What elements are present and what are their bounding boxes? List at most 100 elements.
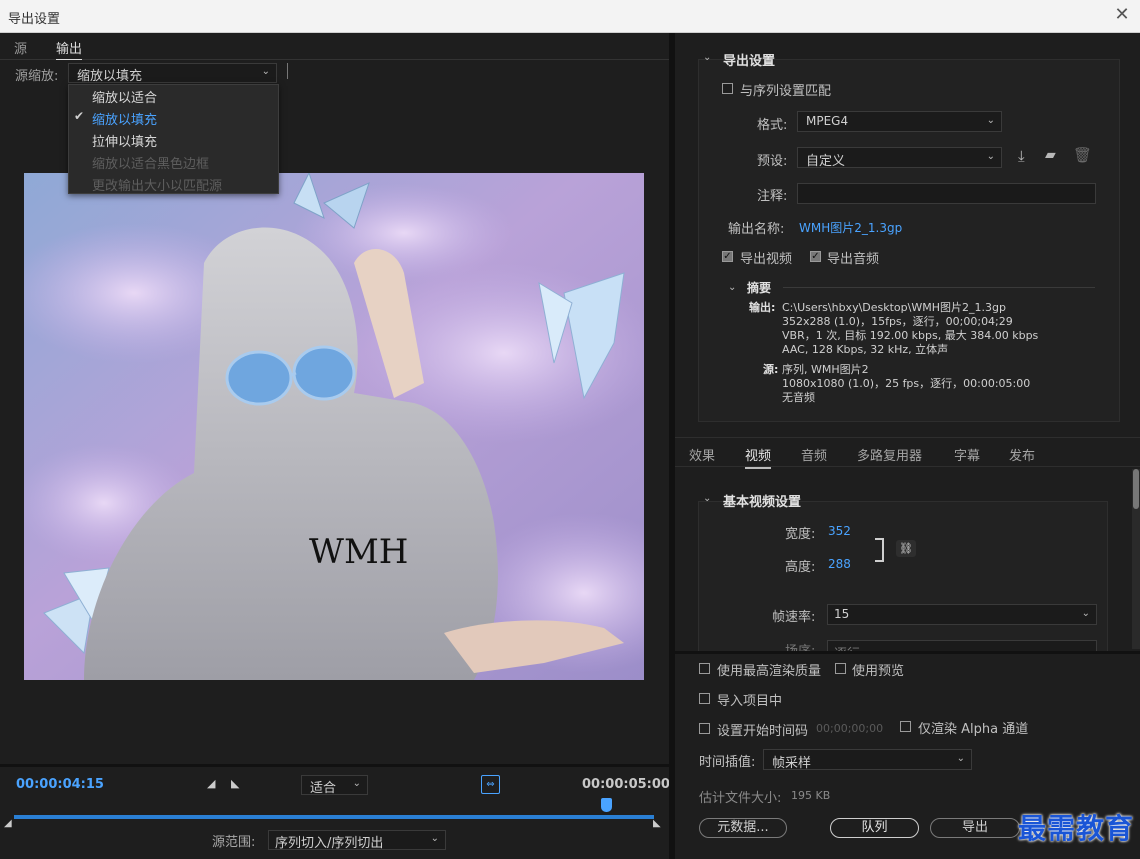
fps-value: 15 — [834, 607, 850, 621]
chevron-down-icon: ⌄ — [956, 753, 965, 764]
queue-button[interactable]: 队列 — [830, 818, 919, 838]
source-scale-label: 源缩放: — [15, 69, 59, 84]
summary-source-lines: 序列, WMH图片2 1080x1080 (1.0)，25 fps，逐行，00:… — [782, 363, 1030, 405]
export-video-checkbox[interactable]: ✓ — [722, 251, 733, 262]
divider — [287, 63, 288, 79]
preset-dropdown[interactable]: 自定义 ⌄ — [797, 147, 1002, 169]
field-order-label: 场序: — [785, 640, 815, 651]
field-order-row: 场序: 逐行 — [675, 640, 1140, 651]
divider — [675, 466, 1140, 467]
export-button[interactable]: 导出 — [930, 818, 1020, 838]
use-previews-label: 使用预览 — [852, 664, 905, 679]
window-title: 导出设置 — [8, 12, 61, 27]
current-timecode[interactable]: 00:00:04:15 — [16, 777, 104, 792]
chevron-down-icon: ⌄ — [430, 833, 439, 844]
timeline-range-bar[interactable] — [14, 815, 654, 819]
max-render-quality-checkbox[interactable] — [699, 663, 710, 674]
link-icon[interactable]: ⛓ — [896, 540, 916, 557]
comment-input[interactable] — [797, 183, 1096, 204]
fps-dropdown[interactable]: 15 ⌄ — [827, 604, 1097, 625]
export-audio-checkbox[interactable]: ✓ — [810, 251, 821, 262]
chevron-down-icon[interactable]: ⌄ — [728, 282, 736, 293]
crop-toggle-icon[interactable]: ⇔ — [481, 775, 500, 794]
tab-captions[interactable]: 字幕 — [954, 445, 980, 464]
output-name-link[interactable]: WMH图片2_1.3gp — [799, 219, 902, 236]
format-value: MPEG4 — [806, 114, 849, 128]
use-previews-checkbox[interactable] — [835, 663, 846, 674]
source-scale-dropdown[interactable]: 缩放以填充 ⌄ — [68, 63, 277, 84]
time-interpolation-dropdown[interactable]: 帧采样 ⌄ — [763, 749, 972, 771]
svg-text:WMH: WMH — [309, 532, 408, 572]
scrollbar[interactable] — [1132, 469, 1140, 649]
match-sequence-checkbox[interactable] — [722, 83, 733, 94]
left-tab-bar: 源 输出 — [0, 33, 669, 60]
summary-source-line: 序列, WMH图片2 — [782, 363, 869, 376]
divider — [0, 764, 669, 767]
scrollbar-thumb[interactable] — [1133, 469, 1139, 509]
title-bar: 导出设置 ✕ — [0, 0, 1140, 33]
tab-audio[interactable]: 音频 — [801, 445, 827, 464]
import-into-project-checkbox[interactable] — [699, 693, 710, 704]
divider — [783, 287, 1095, 288]
alpha-only-label: 仅渲染 Alpha 通道 — [918, 722, 1029, 737]
save-preset-icon[interactable]: ⤓ — [1018, 147, 1025, 165]
source-range-label: 源范围: — [212, 835, 256, 850]
height-label: 高度: — [785, 560, 816, 575]
chevron-down-icon: ⌄ — [1081, 608, 1090, 619]
metadata-button[interactable]: 元数据... — [699, 818, 787, 838]
end-timecode: 00:00:05:00 — [582, 777, 670, 792]
chevron-down-icon: ⌄ — [352, 778, 361, 789]
match-sequence-label: 与序列设置匹配 — [740, 84, 832, 99]
fps-label: 帧速率: — [772, 610, 816, 625]
tab-output[interactable]: 输出 — [56, 38, 83, 60]
summary-output-line: VBR，1 次, 目标 192.00 kbps, 最大 384.00 kbps — [782, 329, 1039, 342]
tab-source[interactable]: 源 — [14, 38, 27, 57]
summary-output-label: 输出: — [749, 301, 776, 314]
summary-output-line: 352x288 (1.0)，15fps，逐行，00;00;04;29 — [782, 315, 1013, 328]
chevron-down-icon: ⌄ — [986, 151, 995, 162]
in-point-handle-icon[interactable]: ◢ — [4, 818, 12, 829]
summary-output-line: C:\Users\hbxy\Desktop\WMH图片2_1.3gp — [782, 301, 1006, 314]
export-settings-header: 导出设置 — [723, 54, 776, 69]
chevron-down-icon[interactable]: ⌄ — [703, 493, 711, 504]
source-scale-menu: 缩放以适合 ✔ 缩放以填充 拉伸以填充 缩放以适合黑色边框 更改输出大小以匹配源 — [68, 84, 279, 194]
source-range-value: 序列切入/序列切出 — [275, 836, 384, 851]
set-start-timecode-label: 设置开始时间码 — [717, 724, 809, 739]
format-dropdown[interactable]: MPEG4 ⌄ — [797, 111, 1002, 132]
import-preset-icon[interactable]: ▰ — [1045, 147, 1056, 163]
output-name-label: 输出名称: — [728, 222, 785, 237]
chevron-down-icon[interactable]: ⌄ — [703, 52, 711, 63]
tab-effects[interactable]: 效果 — [689, 445, 715, 464]
out-point-handle-icon[interactable]: ◣ — [653, 818, 661, 829]
field-order-dropdown[interactable]: 逐行 — [827, 640, 1097, 651]
close-icon[interactable]: ✕ — [1112, 5, 1132, 25]
link-bracket — [875, 538, 884, 562]
tab-multiplexer[interactable]: 多路复用器 — [857, 445, 922, 464]
checkmark-icon: ✔ — [74, 109, 85, 123]
playhead[interactable] — [601, 798, 612, 812]
width-value[interactable]: 352 — [828, 524, 851, 538]
set-start-timecode-checkbox[interactable] — [699, 723, 710, 734]
start-timecode-value[interactable]: 00;00;00;00 — [816, 722, 883, 735]
menu-item-scale-to-fit[interactable]: 缩放以适合 — [92, 87, 157, 106]
alpha-only-checkbox[interactable] — [900, 721, 911, 732]
comment-label: 注释: — [757, 189, 788, 204]
menu-item-stretch-to-fill[interactable]: 拉伸以填充 — [92, 131, 157, 150]
height-value[interactable]: 288 — [828, 557, 851, 571]
max-render-quality-label: 使用最高渲染质量 — [717, 664, 822, 679]
summary-header: 摘要 — [747, 281, 772, 295]
mark-out-icon[interactable]: ◣ — [231, 777, 239, 790]
source-range-dropdown[interactable]: 序列切入/序列切出 ⌄ — [268, 830, 446, 851]
menu-item-change-output-size: 更改输出大小以匹配源 — [92, 179, 223, 194]
menu-item-scale-black-borders: 缩放以适合黑色边框 — [92, 157, 210, 172]
menu-item-scale-to-fill[interactable]: 缩放以填充 — [92, 109, 157, 128]
summary-source-line: 无音频 — [782, 391, 815, 404]
delete-preset-icon[interactable]: 🗑 — [1073, 146, 1092, 164]
basic-video-section — [698, 501, 1108, 652]
mark-in-icon[interactable]: ◢ — [207, 777, 215, 790]
tab-publish[interactable]: 发布 — [1009, 445, 1035, 464]
fit-dropdown[interactable]: 适合 ⌄ — [301, 775, 368, 796]
estimated-size-value: 195 KB — [791, 789, 831, 802]
summary-output-line: AAC, 128 Kbps, 32 kHz, 立体声 — [782, 343, 949, 356]
fit-value: 适合 — [310, 781, 337, 796]
